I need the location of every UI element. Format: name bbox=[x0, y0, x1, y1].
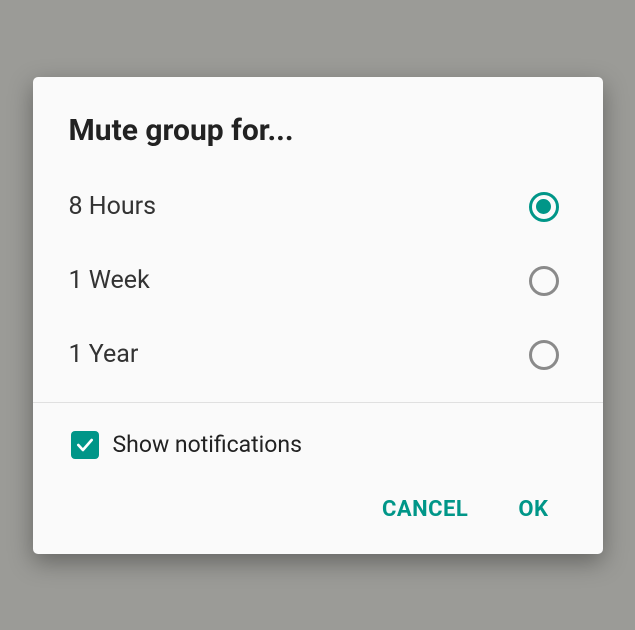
option-1-week[interactable]: 1 Week bbox=[33, 244, 603, 318]
checkbox-checked-icon bbox=[71, 431, 99, 459]
option-label: 1 Week bbox=[69, 266, 150, 295]
dialog-title: Mute group for... bbox=[33, 77, 603, 170]
option-8-hours[interactable]: 8 Hours bbox=[33, 170, 603, 244]
option-1-year[interactable]: 1 Year bbox=[33, 318, 603, 392]
radio-unselected-icon bbox=[529, 340, 559, 370]
show-notifications-checkbox[interactable]: Show notifications bbox=[33, 403, 603, 487]
checkbox-label: Show notifications bbox=[113, 431, 302, 458]
option-label: 8 Hours bbox=[69, 192, 157, 221]
mute-group-dialog: Mute group for... 8 Hours 1 Week 1 Year … bbox=[33, 77, 603, 554]
option-label: 1 Year bbox=[69, 340, 139, 369]
cancel-button[interactable]: CANCEL bbox=[382, 497, 468, 522]
ok-button[interactable]: OK bbox=[518, 497, 548, 522]
radio-unselected-icon bbox=[529, 266, 559, 296]
dialog-actions: CANCEL OK bbox=[33, 487, 603, 542]
radio-selected-icon bbox=[529, 192, 559, 222]
